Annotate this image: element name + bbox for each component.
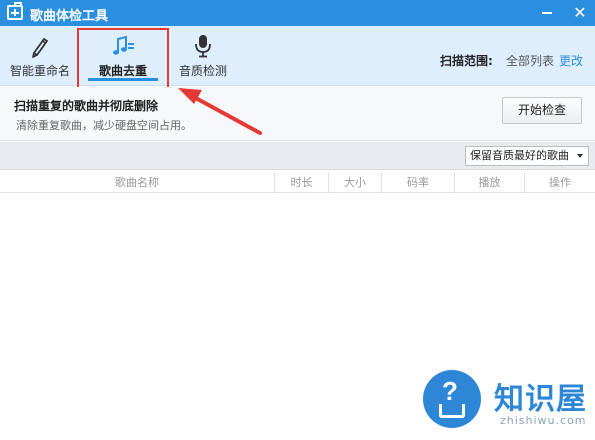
table-header: 歌曲名称 时长 大小 码率 播放 操作 xyxy=(0,173,595,193)
tab-smart-rename[interactable]: 智能重命名 xyxy=(4,26,76,86)
monitor-icon xyxy=(439,404,465,418)
column-header-bitrate[interactable]: 码率 xyxy=(382,173,455,193)
title-bar: 歌曲体检工具 ✕ xyxy=(0,0,595,26)
column-header-play[interactable]: 播放 xyxy=(455,173,525,193)
chevron-down-icon xyxy=(577,154,583,158)
watermark-logo: ? 知识屋 zhishiwu.com xyxy=(420,368,595,440)
window-title: 歌曲体检工具 xyxy=(30,9,109,24)
info-title: 扫描重复的歌曲并彻底删除 xyxy=(14,99,159,113)
tab-audio-quality[interactable]: 音质检测 xyxy=(172,26,234,86)
minimize-icon[interactable] xyxy=(542,12,552,14)
column-header-duration[interactable]: 时长 xyxy=(275,173,329,193)
column-header-size[interactable]: 大小 xyxy=(329,173,382,193)
column-header-song-name[interactable]: 歌曲名称 xyxy=(0,173,275,193)
medical-kit-icon xyxy=(7,2,23,20)
question-mark-icon: ? xyxy=(442,376,458,406)
column-header-action[interactable]: 操作 xyxy=(525,173,595,193)
keep-policy-select[interactable]: 保留音质最好的歌曲 xyxy=(465,146,589,166)
watermark-url: zhishiwu.com xyxy=(500,414,587,427)
microphone-icon xyxy=(193,34,213,61)
keep-policy-value: 保留音质最好的歌曲 xyxy=(470,149,569,162)
tab-highlight-box xyxy=(77,28,169,92)
scan-range-value: 全部列表 xyxy=(506,54,555,68)
change-scan-range-link[interactable]: 更改 xyxy=(559,52,583,69)
watermark-brand: 知识屋 xyxy=(494,382,587,417)
tab-label: 音质检测 xyxy=(178,64,227,78)
pencil-icon xyxy=(29,34,51,61)
close-icon[interactable]: ✕ xyxy=(570,3,590,23)
start-check-button[interactable]: 开始检查 xyxy=(502,97,582,124)
info-description: 清除重复歌曲，减少硬盘空间占用。 xyxy=(16,119,192,132)
scan-range-label: 扫描范围: xyxy=(440,54,493,68)
tab-label: 智能重命名 xyxy=(9,64,70,78)
